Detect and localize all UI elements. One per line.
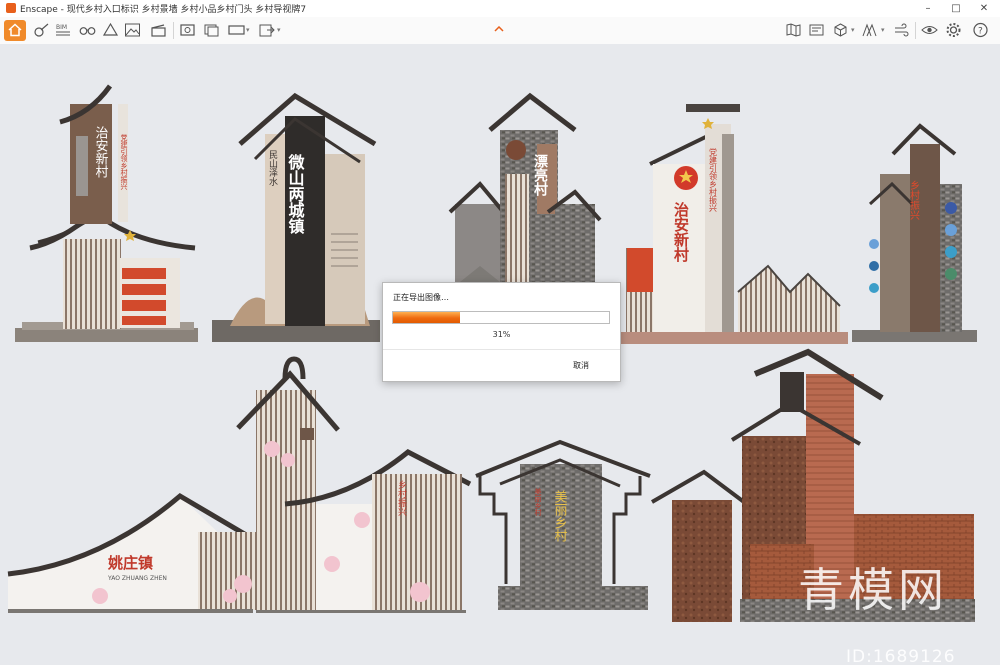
batch-render-icon[interactable] (203, 22, 220, 38)
dialog-title: 正在导出图像… (393, 293, 449, 302)
cube-dropdown-caret[interactable]: ▾ (851, 26, 855, 34)
collapse-toolbar-icon[interactable] (494, 26, 504, 32)
svg-text:BIM: BIM (56, 24, 67, 31)
views-dropdown-caret[interactable]: ▾ (881, 26, 885, 34)
help-icon[interactable]: ? (972, 22, 989, 38)
home-icon[interactable] (4, 20, 26, 41)
enscape-logo-icon (6, 3, 16, 13)
dialog-divider (383, 349, 620, 350)
svg-text:美丽乡村: 美丽乡村 (534, 487, 542, 516)
sign-3-piaoliang-cun: 漂亮村 (448, 92, 602, 282)
sign-7-meili-xiangcun: 美丽乡村 美丽乡村 (475, 439, 651, 610)
sign-4-zhian-xincun: 治安新村 党建引领乡村振兴 (618, 104, 848, 344)
cancel-button[interactable]: 取消 (573, 360, 589, 371)
progress-bar-fill (393, 312, 460, 323)
toolbar: BIM ▾ ▾ ▾ ▾ ? (0, 17, 1000, 45)
minimize-button[interactable]: – (914, 0, 942, 17)
svg-text:微山两城镇: 微山两城镇 (286, 153, 306, 235)
screenshot-icon[interactable] (179, 22, 196, 38)
progress-percent: 31% (492, 330, 511, 339)
svg-text:党建引领乡村振兴: 党建引领乡村振兴 (709, 147, 718, 213)
svg-text:?: ? (978, 27, 983, 37)
maximize-button[interactable]: □ (942, 0, 970, 17)
svg-text:漂亮村: 漂亮村 (532, 154, 548, 197)
svg-text:党建引领乡村振兴: 党建引领乡村振兴 (120, 133, 128, 191)
sign-6-yaozhuang-zhen: 姚庄镇 YAO ZHUANG ZHEN (7, 492, 272, 613)
gear-icon[interactable] (945, 22, 962, 38)
svg-text:乡村振兴: 乡村振兴 (908, 180, 920, 221)
sign-5-tower: 乡村振兴 (852, 123, 977, 342)
export-icon[interactable] (258, 22, 275, 38)
object-icon[interactable] (102, 22, 119, 38)
window-title: Enscape - 现代乡村入口标识 乡村景墙 乡村小品乡村门头 乡村导视牌7 (20, 5, 307, 15)
sign-1-title: 治安新村 (93, 126, 109, 178)
panorama-icon[interactable] (228, 22, 245, 38)
title-bar: Enscape - 现代乡村入口标识 乡村景墙 乡村小品乡村门头 乡村导视牌7 … (0, 0, 1000, 18)
asset-library-icon[interactable] (808, 22, 825, 38)
panorama-dropdown-caret[interactable]: ▾ (246, 26, 250, 34)
cube-icon[interactable] (832, 22, 849, 38)
watermark-logo-text: 青模网 (798, 563, 948, 617)
svg-text:YAO ZHUANG ZHEN: YAO ZHUANG ZHEN (107, 575, 167, 582)
svg-text:美丽乡村: 美丽乡村 (552, 490, 568, 542)
svg-text:姚庄镇: 姚庄镇 (107, 554, 153, 572)
sign-1-zhian-xincun: 治安新村 党建引领乡村振兴 (15, 84, 198, 342)
progress-bar (392, 311, 610, 324)
svg-text:乡村振兴: 乡村振兴 (396, 480, 407, 517)
svg-text:民山泽水: 民山泽水 (267, 150, 278, 186)
close-button[interactable]: ✕ (970, 0, 998, 17)
mountain-icon[interactable] (124, 22, 141, 38)
eye-icon[interactable] (921, 22, 938, 38)
toolbar-separator (915, 22, 916, 39)
views-icon[interactable] (861, 22, 878, 38)
export-dropdown-caret[interactable]: ▾ (277, 26, 281, 34)
clapper-icon[interactable] (150, 22, 167, 38)
sign-6b-blossom-tower: 乡村振兴 (236, 356, 472, 613)
watermark-id: ID:1689126 (846, 647, 956, 665)
wind-icon[interactable] (893, 22, 910, 38)
binoculars-icon[interactable] (79, 22, 96, 38)
export-progress-dialog: 正在导出图像… 31% 取消 (382, 282, 621, 382)
sign-2-weishan-liangcheng: 微山两城镇 民山泽水 (212, 92, 380, 342)
map-icon[interactable] (785, 22, 802, 38)
bim-icon[interactable]: BIM (55, 22, 72, 38)
brush-settings-icon[interactable] (33, 22, 50, 38)
svg-text:治安新村: 治安新村 (672, 201, 690, 263)
toolbar-separator (173, 22, 174, 39)
